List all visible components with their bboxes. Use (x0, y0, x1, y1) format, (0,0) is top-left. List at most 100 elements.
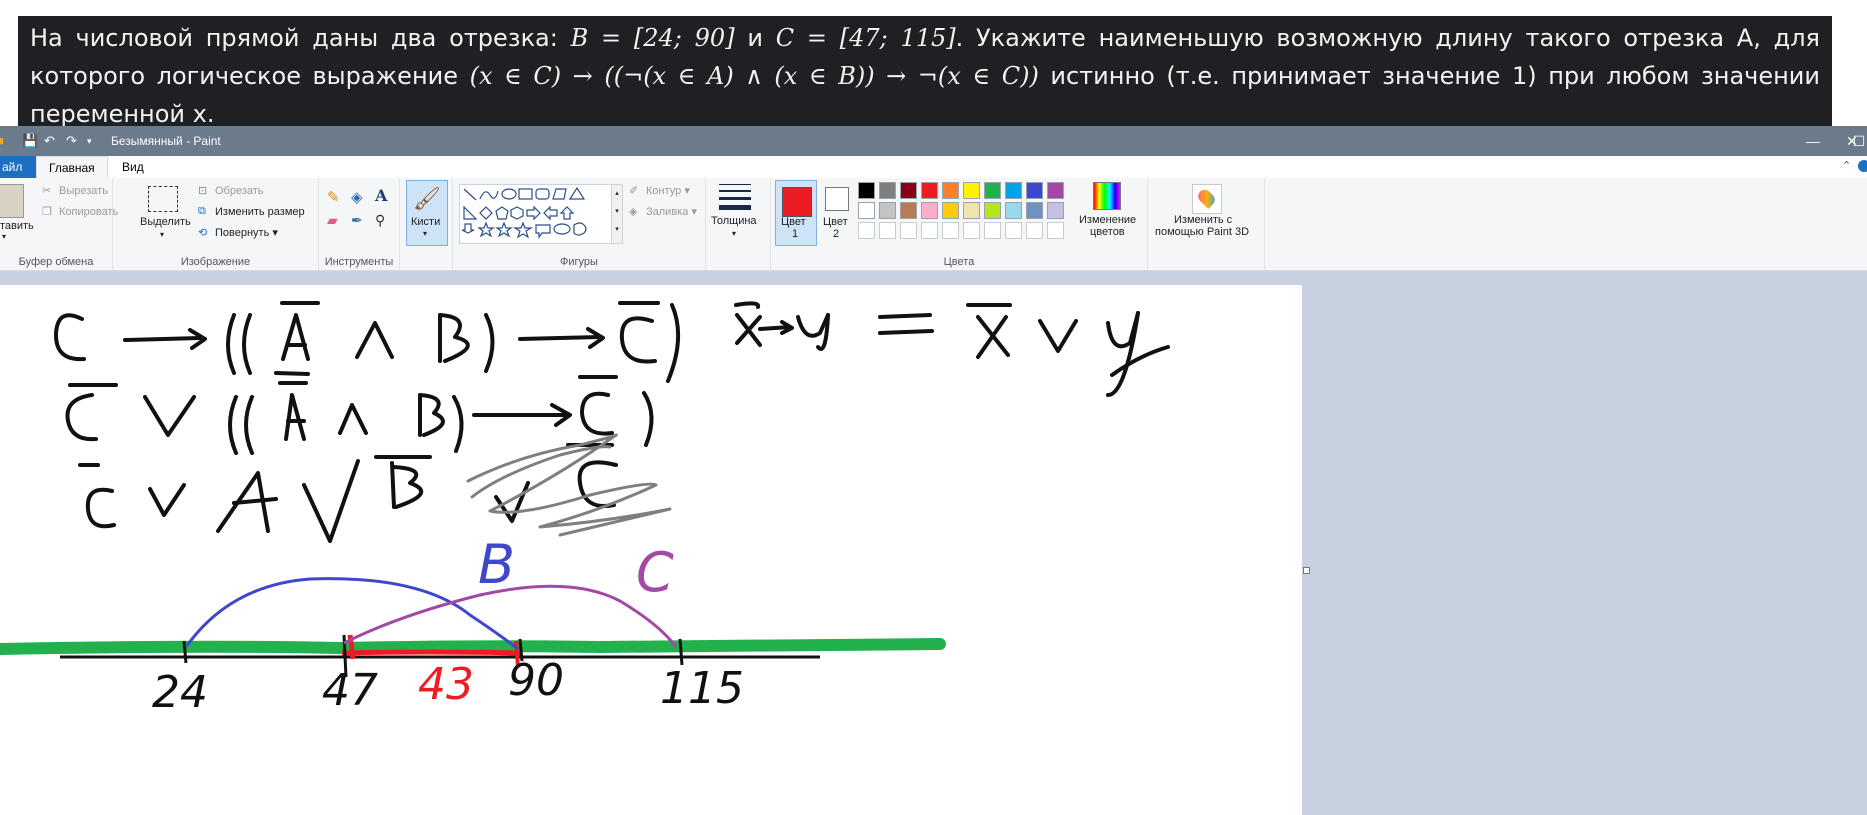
label-24: 24 (152, 667, 208, 718)
palette-swatch[interactable] (1026, 182, 1043, 199)
color-palette (858, 182, 1068, 246)
palette-swatch[interactable] (963, 182, 980, 199)
brushes-dropdown-icon[interactable]: ▾ (423, 229, 427, 238)
select-dropdown-icon[interactable]: ▾ (160, 230, 164, 239)
color-picker-icon[interactable]: ✒ (351, 212, 363, 229)
select-button[interactable]: Выделить (140, 216, 191, 228)
pencil-icon[interactable]: ✎ (327, 188, 340, 206)
palette-swatch[interactable] (942, 182, 959, 199)
palette-custom-slot[interactable] (1047, 222, 1064, 239)
thickness-line-1 (719, 184, 751, 185)
customize-quick-access-icon[interactable]: ▾ (87, 132, 92, 150)
edit-colors-label-2[interactable]: цветов (1090, 226, 1125, 238)
palette-swatch[interactable] (1005, 182, 1022, 199)
help-icon[interactable] (1858, 160, 1867, 172)
palette-custom-slot[interactable] (963, 222, 980, 239)
tab-view[interactable]: Вид (110, 156, 156, 178)
save-icon[interactable]: 💾 (22, 132, 38, 150)
shapes-gallery[interactable] (459, 184, 613, 244)
label-b: B (478, 533, 516, 596)
group-thickness[interactable]: Толщина ▾ (706, 178, 771, 270)
palette-swatch[interactable] (858, 182, 875, 199)
color1-number: 1 (792, 228, 799, 240)
palette-swatch[interactable] (921, 202, 938, 219)
copy-label: Копировать (59, 205, 119, 218)
palette-swatch[interactable] (963, 202, 980, 219)
palette-swatch[interactable] (1047, 182, 1064, 199)
thickness-line-4 (719, 205, 751, 210)
rotate-button[interactable]: ⟲ Повернуть ▾ (198, 226, 278, 240)
problem-text-part: переменной x. (30, 100, 215, 128)
problem-text-part: логическое выражение (156, 62, 470, 90)
brushes-label: Кисти (411, 216, 441, 228)
cut-button[interactable]: ✂ Вырезать (42, 184, 108, 198)
label-47: 47 (322, 665, 378, 716)
select-icon[interactable] (148, 186, 178, 212)
drawing-canvas[interactable]: B C 24 47 43 90 115 (0, 285, 1302, 815)
palette-swatch[interactable] (879, 182, 896, 199)
group-label-colors: Цвета (943, 256, 975, 268)
palette-custom-slot[interactable] (1026, 222, 1043, 239)
palette-swatch[interactable] (942, 202, 959, 219)
crop-button[interactable]: ⊡ Обрезать (198, 184, 264, 198)
paste-icon[interactable] (0, 184, 24, 218)
palette-swatch[interactable] (1047, 202, 1064, 219)
redo-icon[interactable]: ↷ (66, 132, 77, 150)
color2-swatch[interactable] (825, 187, 849, 211)
palette-custom-slot[interactable] (921, 222, 938, 239)
resize-button[interactable]: ⧉ Изменить размер (198, 205, 305, 219)
fill-icon[interactable]: ◈ (351, 188, 363, 206)
group-label-shapes: Фигуры (560, 256, 598, 268)
palette-custom-slot[interactable] (942, 222, 959, 239)
collapse-ribbon-icon[interactable]: ⌃ (1842, 159, 1851, 172)
paint3d-icon (1192, 184, 1222, 214)
thickness-line-2 (719, 190, 751, 192)
fill-shape-button[interactable]: ◈ Заливка ▾ (629, 205, 697, 219)
group-brushes: 🖌 Кисти ▾ (400, 178, 453, 270)
palette-swatch[interactable] (984, 182, 1001, 199)
palette-swatch[interactable] (900, 182, 917, 199)
edit-colors-icon[interactable] (1093, 182, 1121, 210)
paste-button[interactable]: тавить (0, 220, 34, 232)
palette-custom-slot[interactable] (858, 222, 875, 239)
palette-swatch[interactable] (900, 202, 917, 219)
fill-shape-icon: ◈ (629, 206, 638, 219)
palette-custom-slot[interactable] (1005, 222, 1022, 239)
magnifier-icon[interactable]: ⚲ (375, 212, 385, 229)
outline-button[interactable]: ✐ Контур ▾ (629, 184, 690, 198)
undo-icon[interactable]: ↶ (44, 132, 55, 150)
close-button[interactable]: ✕ (1846, 126, 1867, 156)
brush-icon: 🖌 (413, 186, 441, 211)
color2-number: 2 (833, 228, 840, 240)
paste-dropdown-icon[interactable]: ▾ (2, 232, 6, 241)
canvas-resize-handle[interactable] (1303, 567, 1310, 574)
palette-custom-slot[interactable] (900, 222, 917, 239)
palette-custom-slot[interactable] (879, 222, 896, 239)
palette-swatch[interactable] (858, 202, 875, 219)
title-bar: ■ 💾 ↶ ↷ ▾ Безымянный - Paint — ☐ ✕ ✕ (0, 126, 1867, 156)
paint3d-label: Изменить с (1174, 214, 1233, 226)
palette-swatch[interactable] (1026, 202, 1043, 219)
palette-custom-slot[interactable] (984, 222, 1001, 239)
text-icon[interactable]: A (375, 186, 387, 205)
paint3d-drop (1195, 187, 1218, 209)
crop-icon: ⊡ (198, 185, 208, 197)
tab-home[interactable]: Главная (36, 156, 108, 179)
palette-swatch[interactable] (984, 202, 1001, 219)
problem-statement: На числовой прямой даны два отрезка: B =… (0, 0, 1867, 128)
logic-expression: (x ∈ C) → ((¬(x ∈ A) ∧ (x ∈ B)) → ¬(x ∈ … (469, 62, 1039, 90)
palette-swatch[interactable] (921, 182, 938, 199)
copy-button[interactable]: ❐ Копировать (42, 205, 118, 219)
shapes-scroll[interactable]: ▴ ▾ ▾ (611, 184, 623, 244)
segment-b-formula: B = [24; 90] (570, 24, 735, 52)
minimize-button[interactable]: — (1790, 126, 1836, 156)
group-paint3d[interactable]: Изменить с помощью Paint 3D (1148, 178, 1265, 270)
hw-line3 (78, 443, 618, 543)
tick-115 (678, 638, 684, 666)
paint-app-icon: ■ (0, 132, 4, 150)
palette-swatch[interactable] (879, 202, 896, 219)
eraser-icon[interactable]: ▰ (327, 212, 338, 229)
palette-swatch[interactable] (1005, 202, 1022, 219)
label-115: 115 (660, 663, 744, 714)
edit-colors-label[interactable]: Изменение (1079, 214, 1136, 226)
